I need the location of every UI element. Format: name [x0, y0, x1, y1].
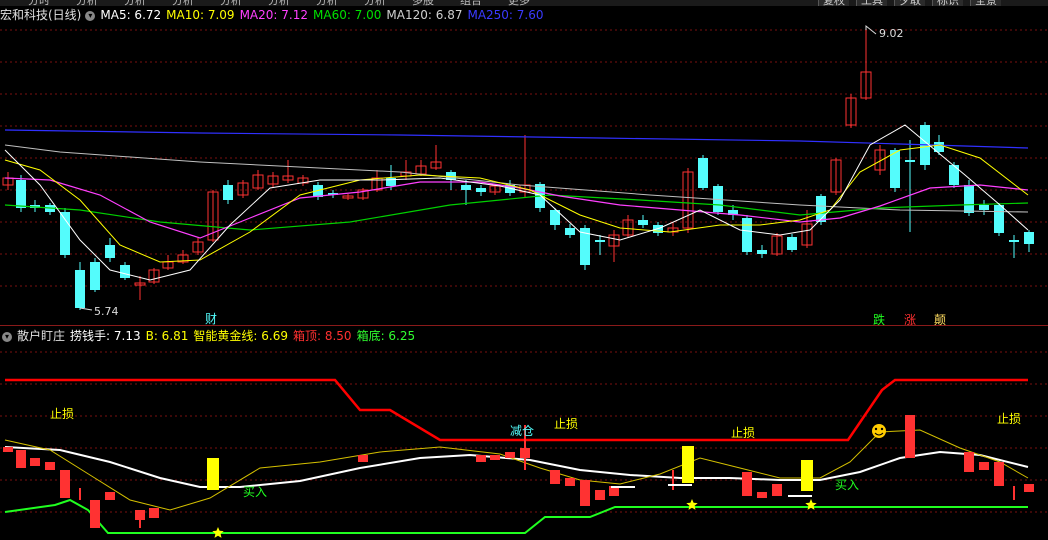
cai-label: 财 [205, 312, 217, 326]
stop-loss-label: 止损 [731, 426, 755, 440]
buy-label: 买入 [835, 478, 859, 492]
candle-body [1024, 232, 1034, 244]
candle-body [787, 237, 797, 250]
indicator-bar [757, 492, 767, 498]
smiley-eye [874, 427, 878, 431]
candle-body [638, 220, 648, 225]
stop-loss-label: 止损 [554, 417, 578, 431]
candle-body [964, 185, 974, 213]
indicator-bar [358, 455, 368, 462]
reduce-position-label: 减仓 [510, 424, 534, 438]
candle-body [890, 150, 900, 188]
smiley-icon [872, 424, 886, 438]
candle-body [595, 240, 605, 242]
signal-bar [207, 458, 219, 490]
toolbar-button[interactable]: 复权 [818, 0, 849, 6]
indicator-bar [490, 455, 500, 460]
indicator-bar [994, 462, 1004, 486]
candlesticks [2, 24, 1034, 311]
star-icon [805, 499, 817, 510]
indicator-bar [979, 462, 989, 470]
star-icon [686, 499, 698, 510]
indicator-bar [105, 492, 115, 500]
ma250-line [4, 129, 1029, 149]
indicator-bar [149, 508, 159, 518]
indicator-panel [3, 378, 1034, 538]
candle-body [120, 265, 130, 278]
signal-bar [801, 460, 813, 491]
indicator-bar [905, 415, 915, 458]
die-label: 跌 [873, 312, 885, 327]
candle-body [979, 205, 989, 210]
stop-loss-label: 止损 [50, 407, 74, 421]
indicator-bar [772, 484, 782, 496]
low-price-label: 5.74 [94, 305, 119, 318]
high-marker [865, 24, 877, 35]
candle-body [1009, 240, 1019, 242]
dian-label: 颠 [934, 312, 946, 327]
indicator-bar [505, 452, 515, 458]
toolbar-button[interactable]: 标识 [932, 0, 963, 6]
low-marker [79, 307, 93, 311]
high-price-label: 9.02 [879, 27, 904, 40]
candle-body [461, 185, 471, 190]
candle-body [757, 250, 767, 254]
indicator-bar [476, 455, 486, 462]
moving-average-lines [4, 124, 1029, 281]
ma5-line [4, 124, 1029, 281]
candle-body [90, 262, 100, 290]
indicator-bar [60, 470, 70, 498]
kline-chart[interactable]: 9.02 5.74 财 跌 涨 颠 止损 减仓 止损 止损 止损 买入 买入 [0, 0, 1048, 540]
smiley-eye [880, 427, 884, 431]
candle-body [949, 165, 959, 185]
candle-body [742, 218, 752, 252]
indicator-bar [565, 478, 575, 486]
laoqian-line [4, 429, 1029, 511]
indicator-bar [550, 470, 560, 484]
indicator-bar [30, 458, 40, 466]
gold-line [4, 446, 1029, 488]
candle-body [60, 212, 70, 255]
star-icon [212, 527, 224, 538]
indicator-bar [742, 472, 752, 496]
candle-body [223, 185, 233, 200]
candle-body [994, 205, 1004, 233]
toolbar-button[interactable]: 夕取 [894, 0, 925, 6]
buy-label: 买入 [243, 485, 267, 499]
indicator-bar [964, 452, 974, 472]
indicator-bar [595, 490, 605, 500]
candle-body [565, 228, 575, 235]
zhang-label: 涨 [904, 312, 916, 327]
indicator-bar [1024, 484, 1034, 492]
toolbar-button[interactable]: 工具 [856, 0, 887, 6]
candle-body [816, 196, 826, 222]
candle-body [698, 158, 708, 188]
toolbar-button[interactable]: 全景 [970, 0, 1001, 6]
indicator-bar [3, 447, 13, 452]
signal-bar [682, 446, 694, 483]
candle-body [905, 160, 915, 162]
indicator-bar [45, 462, 55, 470]
candle-body [476, 188, 486, 192]
indicator-bar [90, 500, 100, 528]
candle-body [105, 245, 115, 258]
indicator-bar [580, 480, 590, 506]
stop-loss-label: 止损 [997, 412, 1021, 426]
indicator-bar [16, 450, 26, 468]
candle-body [16, 180, 26, 208]
candle-body [75, 270, 85, 308]
